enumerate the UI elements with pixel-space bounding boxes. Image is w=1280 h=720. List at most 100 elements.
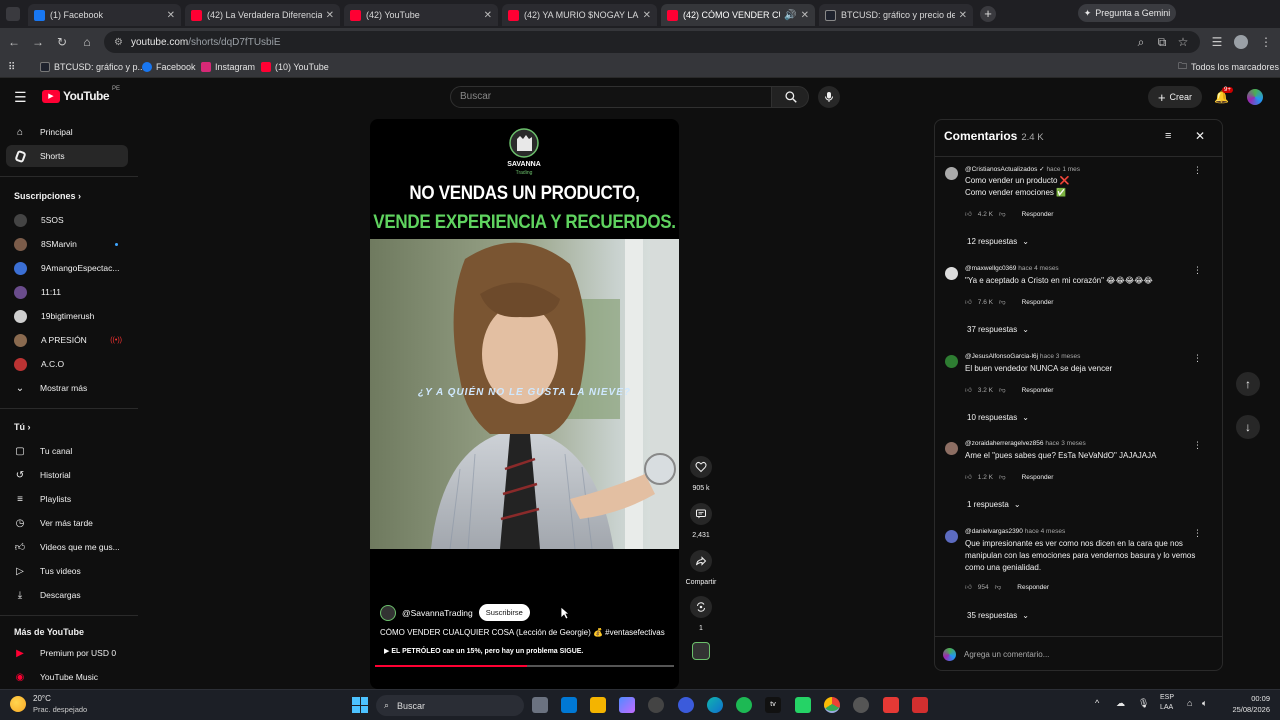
comment-author[interactable]: @CristianosActualizados: [965, 166, 1037, 173]
zoom-icon[interactable]: ⌕: [1133, 34, 1149, 50]
sidebar-item-music[interactable]: ◉ YouTube Music: [6, 666, 128, 688]
close-icon[interactable]: ✕: [959, 10, 967, 21]
sidebar-sub-19bigtimerush[interactable]: 19bigtimerush: [6, 305, 128, 327]
more-options-icon[interactable]: ⋮: [1193, 440, 1202, 451]
close-icon[interactable]: ✕: [643, 10, 651, 21]
browser-tab-active[interactable]: (42) CÓMO VENDER CUALQ 🔊 ✕: [661, 4, 815, 26]
home-icon[interactable]: ⌂: [79, 34, 95, 50]
reply-button[interactable]: Responder: [1022, 387, 1054, 394]
reply-button[interactable]: Responder: [1017, 584, 1049, 591]
bookmark-star-icon[interactable]: ☆: [1175, 34, 1191, 50]
more-options-icon[interactable]: ⋮: [1193, 353, 1202, 364]
store-icon[interactable]: [561, 697, 577, 713]
comment-avatar[interactable]: [945, 530, 958, 543]
speaker-icon[interactable]: 🔊: [784, 10, 796, 21]
app-red-2-icon[interactable]: [912, 697, 928, 713]
site-info-icon[interactable]: ⚙: [114, 37, 123, 48]
sidebar-item-liked-videos[interactable]: 👍︎ Videos que me gus...: [6, 536, 128, 558]
menu-icon[interactable]: ⋮: [1258, 34, 1274, 50]
video-progress-bar[interactable]: [375, 665, 674, 667]
thumbs-down-icon[interactable]: 👎︎: [999, 298, 1006, 306]
bookmark-youtube[interactable]: (10) YouTube: [261, 60, 329, 74]
sort-icon[interactable]: ≡: [1165, 130, 1171, 142]
comment-avatar[interactable]: [945, 442, 958, 455]
thumbs-down-icon[interactable]: 👎︎: [999, 386, 1006, 394]
replies-toggle[interactable]: 37 respuestas ⌄: [967, 325, 1029, 334]
thumbs-down-icon[interactable]: 👎︎: [999, 473, 1006, 481]
comments-button[interactable]: [690, 503, 712, 525]
appletv-icon[interactable]: tv: [765, 697, 781, 713]
comment-author[interactable]: @maxwellgc0369: [965, 265, 1016, 272]
more-options-icon[interactable]: ⋮: [1193, 528, 1202, 539]
search-button[interactable]: [771, 86, 809, 108]
new-tab-button[interactable]: +: [980, 6, 996, 22]
more-options-icon[interactable]: ⋮: [1193, 165, 1202, 176]
shorts-video-player[interactable]: SAVANNA Trading NO VENDAS UN PRODUCTO, V…: [370, 119, 679, 689]
sidebar-item-watch-later[interactable]: ◷ Ver más tarde: [6, 512, 128, 534]
replies-toggle[interactable]: 10 respuestas ⌄: [967, 413, 1029, 422]
show-more-button[interactable]: ⌄ Mostrar más: [6, 377, 128, 399]
browser-tab-youtube-1[interactable]: (42) La Verdadera Diferencia En ✕: [185, 4, 340, 26]
chrome-icon[interactable]: [824, 697, 840, 713]
task-view-icon[interactable]: [532, 697, 548, 713]
edge-icon[interactable]: [707, 697, 723, 713]
youtube-logo[interactable]: ▶ YouTube PE: [42, 86, 120, 103]
install-icon[interactable]: ⧉: [1154, 34, 1170, 50]
close-icon[interactable]: ✕: [326, 10, 334, 21]
close-icon[interactable]: ✕: [167, 10, 175, 21]
close-icon[interactable]: ✕: [1195, 129, 1205, 143]
sidebar-sub-8smarvin[interactable]: 8SMarvin: [6, 233, 128, 255]
sidebar-sub-5sos[interactable]: 5SOS: [6, 209, 128, 231]
comment-avatar[interactable]: [945, 355, 958, 368]
video-title[interactable]: CÓMO VENDER CUALQUIER COSA (Lección de G…: [380, 628, 675, 637]
reply-button[interactable]: Responder: [1022, 299, 1054, 306]
search-input[interactable]: Buscar: [450, 86, 772, 108]
browser-tab-tradingview[interactable]: BTCUSD: gráfico y precio del Bi ✕: [819, 4, 973, 26]
sidebar-item-playlists[interactable]: ≡ Playlists: [6, 488, 128, 510]
settings-icon[interactable]: [853, 697, 869, 713]
microphone-icon[interactable]: 🎙︎: [1138, 698, 1149, 709]
reply-button[interactable]: Responder: [1022, 474, 1054, 481]
whatsapp-icon[interactable]: [795, 697, 811, 713]
next-short-button[interactable]: ↓: [1236, 415, 1260, 439]
comment-author[interactable]: @JesusAlfonsoGarcia-l6j: [965, 353, 1038, 360]
channel-avatar[interactable]: [380, 604, 396, 621]
sidebar-item-your-videos[interactable]: ▷ Tus videos: [6, 560, 128, 582]
create-button[interactable]: + Crear: [1148, 86, 1202, 108]
thumbs-up-icon[interactable]: 👍︎: [965, 210, 972, 218]
back-icon[interactable]: ←: [6, 34, 22, 50]
share-button[interactable]: [690, 550, 712, 572]
sidebar-item-history[interactable]: ↺ Historial: [6, 464, 128, 486]
copilot-icon[interactable]: [619, 697, 635, 713]
chatgpt-icon[interactable]: [648, 697, 664, 713]
tab-search-icon[interactable]: [6, 7, 20, 21]
reading-list-icon[interactable]: ☰: [1209, 34, 1225, 50]
thumbs-up-icon[interactable]: 👍︎: [965, 386, 972, 394]
app-red-icon[interactable]: [883, 697, 899, 713]
volume-icon[interactable]: 🔈︎: [1202, 698, 1207, 709]
language-code[interactable]: ESP: [1160, 694, 1174, 701]
all-bookmarks[interactable]: 🗀 Todos los marcadores: [1178, 60, 1279, 74]
wifi-icon[interactable]: ⌂: [1187, 698, 1192, 708]
reload-icon[interactable]: ↻: [54, 34, 70, 50]
file-explorer-icon[interactable]: [590, 697, 606, 713]
forward-icon[interactable]: →: [30, 34, 46, 50]
subscribe-button[interactable]: Suscribirse: [478, 604, 530, 621]
thumbs-down-icon[interactable]: 👎︎: [999, 210, 1006, 218]
comment-author[interactable]: @danielvargas2390: [965, 528, 1023, 535]
thumbs-down-icon[interactable]: 👎︎: [995, 583, 1002, 591]
profile-avatar[interactable]: [1234, 35, 1248, 49]
sidebar-item-premium[interactable]: ▶ Premium por USD 0: [6, 642, 128, 664]
bookmark-facebook[interactable]: Facebook: [142, 60, 196, 74]
hamburger-menu-icon[interactable]: ☰: [14, 90, 27, 104]
weather-icon[interactable]: [10, 696, 26, 712]
apps-icon[interactable]: ⠿: [8, 60, 15, 74]
weather-temp[interactable]: 20°C: [33, 694, 51, 703]
comment-author[interactable]: @zoraidaherreragelvez856: [965, 440, 1044, 447]
sidebar-item-your-channel[interactable]: ▢ Tu canal: [6, 440, 128, 462]
comment-avatar[interactable]: [945, 267, 958, 280]
browser-tab-youtube-3[interactable]: (42) YA MURIO $NOGAY LA MO ✕: [502, 4, 657, 26]
bookmark-tradingview[interactable]: BTCUSD: gráfico y p...: [40, 60, 145, 74]
close-icon[interactable]: ✕: [484, 10, 492, 21]
subscriptions-heading[interactable]: Suscripciones ›: [14, 191, 81, 201]
